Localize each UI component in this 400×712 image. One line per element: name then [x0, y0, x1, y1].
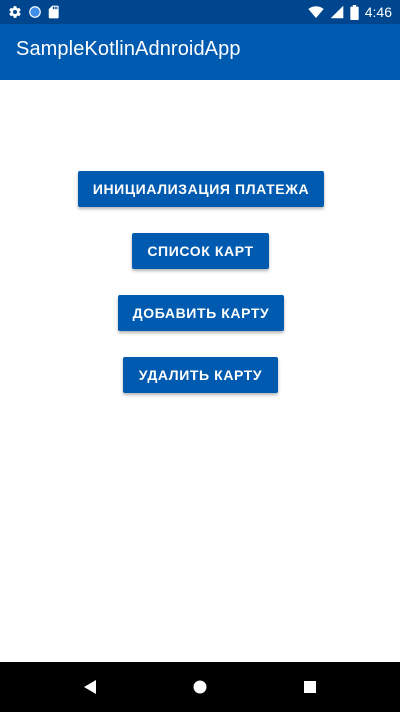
status-time: 4:46 — [364, 4, 392, 20]
status-bar: 4:46 — [0, 0, 400, 24]
app-bar: SampleKotlinAdnroidApp — [0, 24, 400, 80]
card-list-button[interactable]: СПИСОК КАРТ — [132, 233, 269, 269]
back-icon[interactable] — [78, 675, 102, 699]
battery-icon — [350, 4, 359, 20]
init-payment-button[interactable]: ИНИЦИАЛИЗАЦИЯ ПЛАТЕЖА — [78, 171, 324, 207]
sd-card-icon — [48, 5, 60, 19]
delete-card-button[interactable]: УДАЛИТЬ КАРТУ — [123, 357, 278, 393]
cellular-signal-icon — [330, 5, 344, 19]
circle-icon — [28, 5, 42, 19]
settings-icon — [8, 5, 22, 19]
home-icon[interactable] — [188, 675, 212, 699]
status-right-icons: 4:46 — [308, 3, 392, 21]
add-card-button[interactable]: ДОБАВИТЬ КАРТУ — [118, 295, 284, 331]
main-content: ИНИЦИАЛИЗАЦИЯ ПЛАТЕЖА СПИСОК КАРТ ДОБАВИ… — [0, 80, 400, 662]
wifi-icon — [308, 5, 324, 19]
navigation-bar — [0, 662, 400, 712]
app-title: SampleKotlinAdnroidApp — [16, 38, 241, 60]
app-screen: 4:46 SampleKotlinAdnroidApp ИНИЦИАЛИЗАЦИ… — [0, 0, 400, 712]
recents-icon[interactable] — [298, 675, 322, 699]
status-left-icons — [8, 3, 60, 21]
